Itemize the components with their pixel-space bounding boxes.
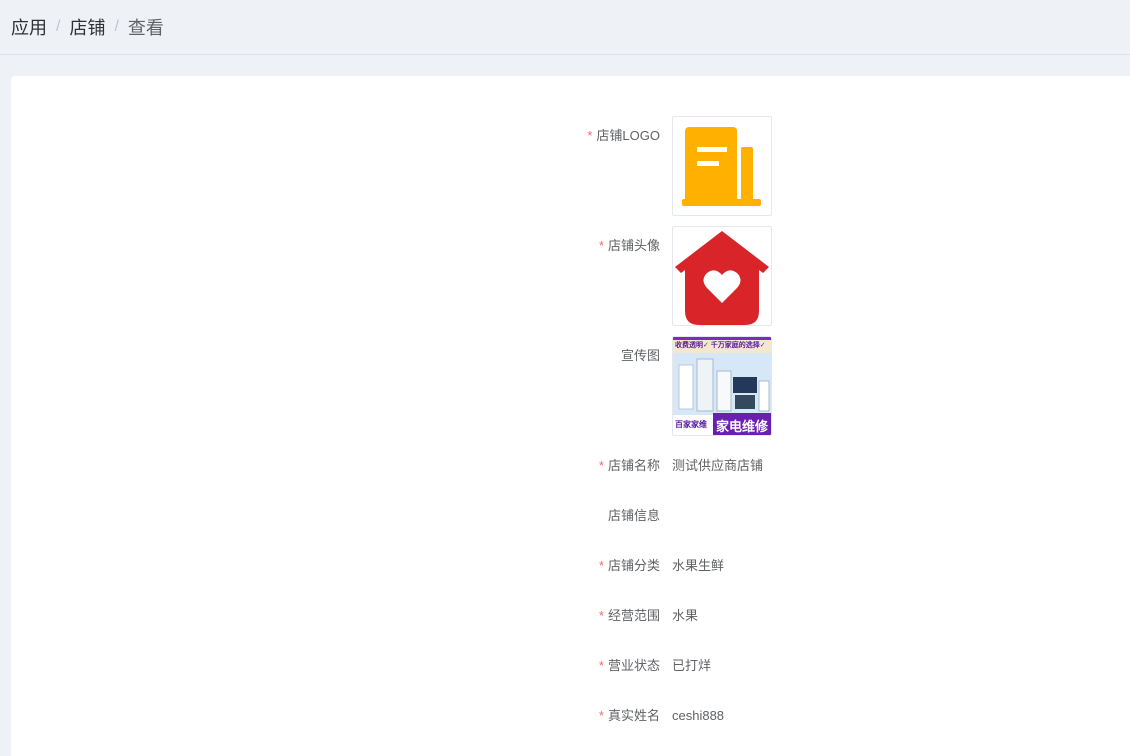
form-label-shop-category: * 店铺分类 (598, 558, 660, 573)
form-value-shop-name: 测试供应商店铺 (672, 458, 764, 473)
detail-card: * 店铺LOGO * 店铺头像 宣传图 收费透明✓ 千万家庭的选择✓ 百家家维 … (11, 76, 1130, 756)
promo-image[interactable]: 收费透明✓ 千万家庭的选择✓ 百家家维 家电维修 (672, 336, 772, 436)
breadcrumb-app[interactable]: 应用 (11, 14, 47, 40)
promo-top-text: 收费透明✓ 千万家庭的选择✓ (675, 342, 766, 349)
form-label-avatar: * 店铺头像 (598, 238, 660, 253)
form-label-shop-name: * 店铺名称 (598, 458, 660, 473)
form-row-real-name: * 真实姓名 ceshi888 (11, 706, 1130, 736)
form-label-business-status: * 营业状态 (598, 658, 660, 673)
form-label-promo: 宣传图 (620, 348, 660, 363)
breadcrumb-view: 查看 (127, 18, 164, 38)
form-label-shop-info: 店铺信息 (607, 508, 660, 523)
breadcrumb-separator: / (56, 18, 61, 35)
breadcrumb-shop[interactable]: 店铺 (69, 14, 105, 40)
building-icon (682, 127, 761, 206)
form-row-shop-name: * 店铺名称 测试供应商店铺 (11, 456, 1130, 486)
form-label-business-scope: * 经营范围 (598, 608, 660, 623)
form-row-business-scope: * 经营范围 水果 (11, 606, 1130, 636)
form-row-shop-category: * 店铺分类 水果生鲜 (11, 556, 1130, 586)
breadcrumb: 应用 / 店铺 / 查看 (0, 0, 1130, 55)
house-heart-icon (675, 231, 769, 325)
promo-brand-text: 百家家维 (675, 420, 707, 429)
form-value-business-scope: 水果 (672, 608, 699, 623)
required-mark: * (587, 128, 593, 143)
shop-avatar-image[interactable] (672, 226, 772, 326)
shop-logo-image[interactable] (672, 116, 772, 216)
required-mark: * (598, 238, 604, 253)
breadcrumb-separator: / (114, 18, 119, 35)
promo-title-text: 家电维修 (716, 419, 769, 434)
form-row-avatar: * 店铺头像 (11, 226, 1130, 326)
form-label-logo: * 店铺LOGO (587, 128, 660, 143)
form-value-business-status: 已打烊 (672, 658, 712, 673)
form-row-logo: * 店铺LOGO (11, 116, 1130, 216)
form-value-shop-category: 水果生鲜 (672, 558, 725, 573)
form-row-promo: 宣传图 收费透明✓ 千万家庭的选择✓ 百家家维 家电维修 (11, 336, 1130, 436)
form-label-real-name: * 真实姓名 (598, 708, 660, 723)
form-row-business-status: * 营业状态 已打烊 (11, 656, 1130, 686)
form-value-real-name: ceshi888 (672, 708, 725, 723)
form-row-shop-info: 店铺信息 (11, 506, 1130, 536)
